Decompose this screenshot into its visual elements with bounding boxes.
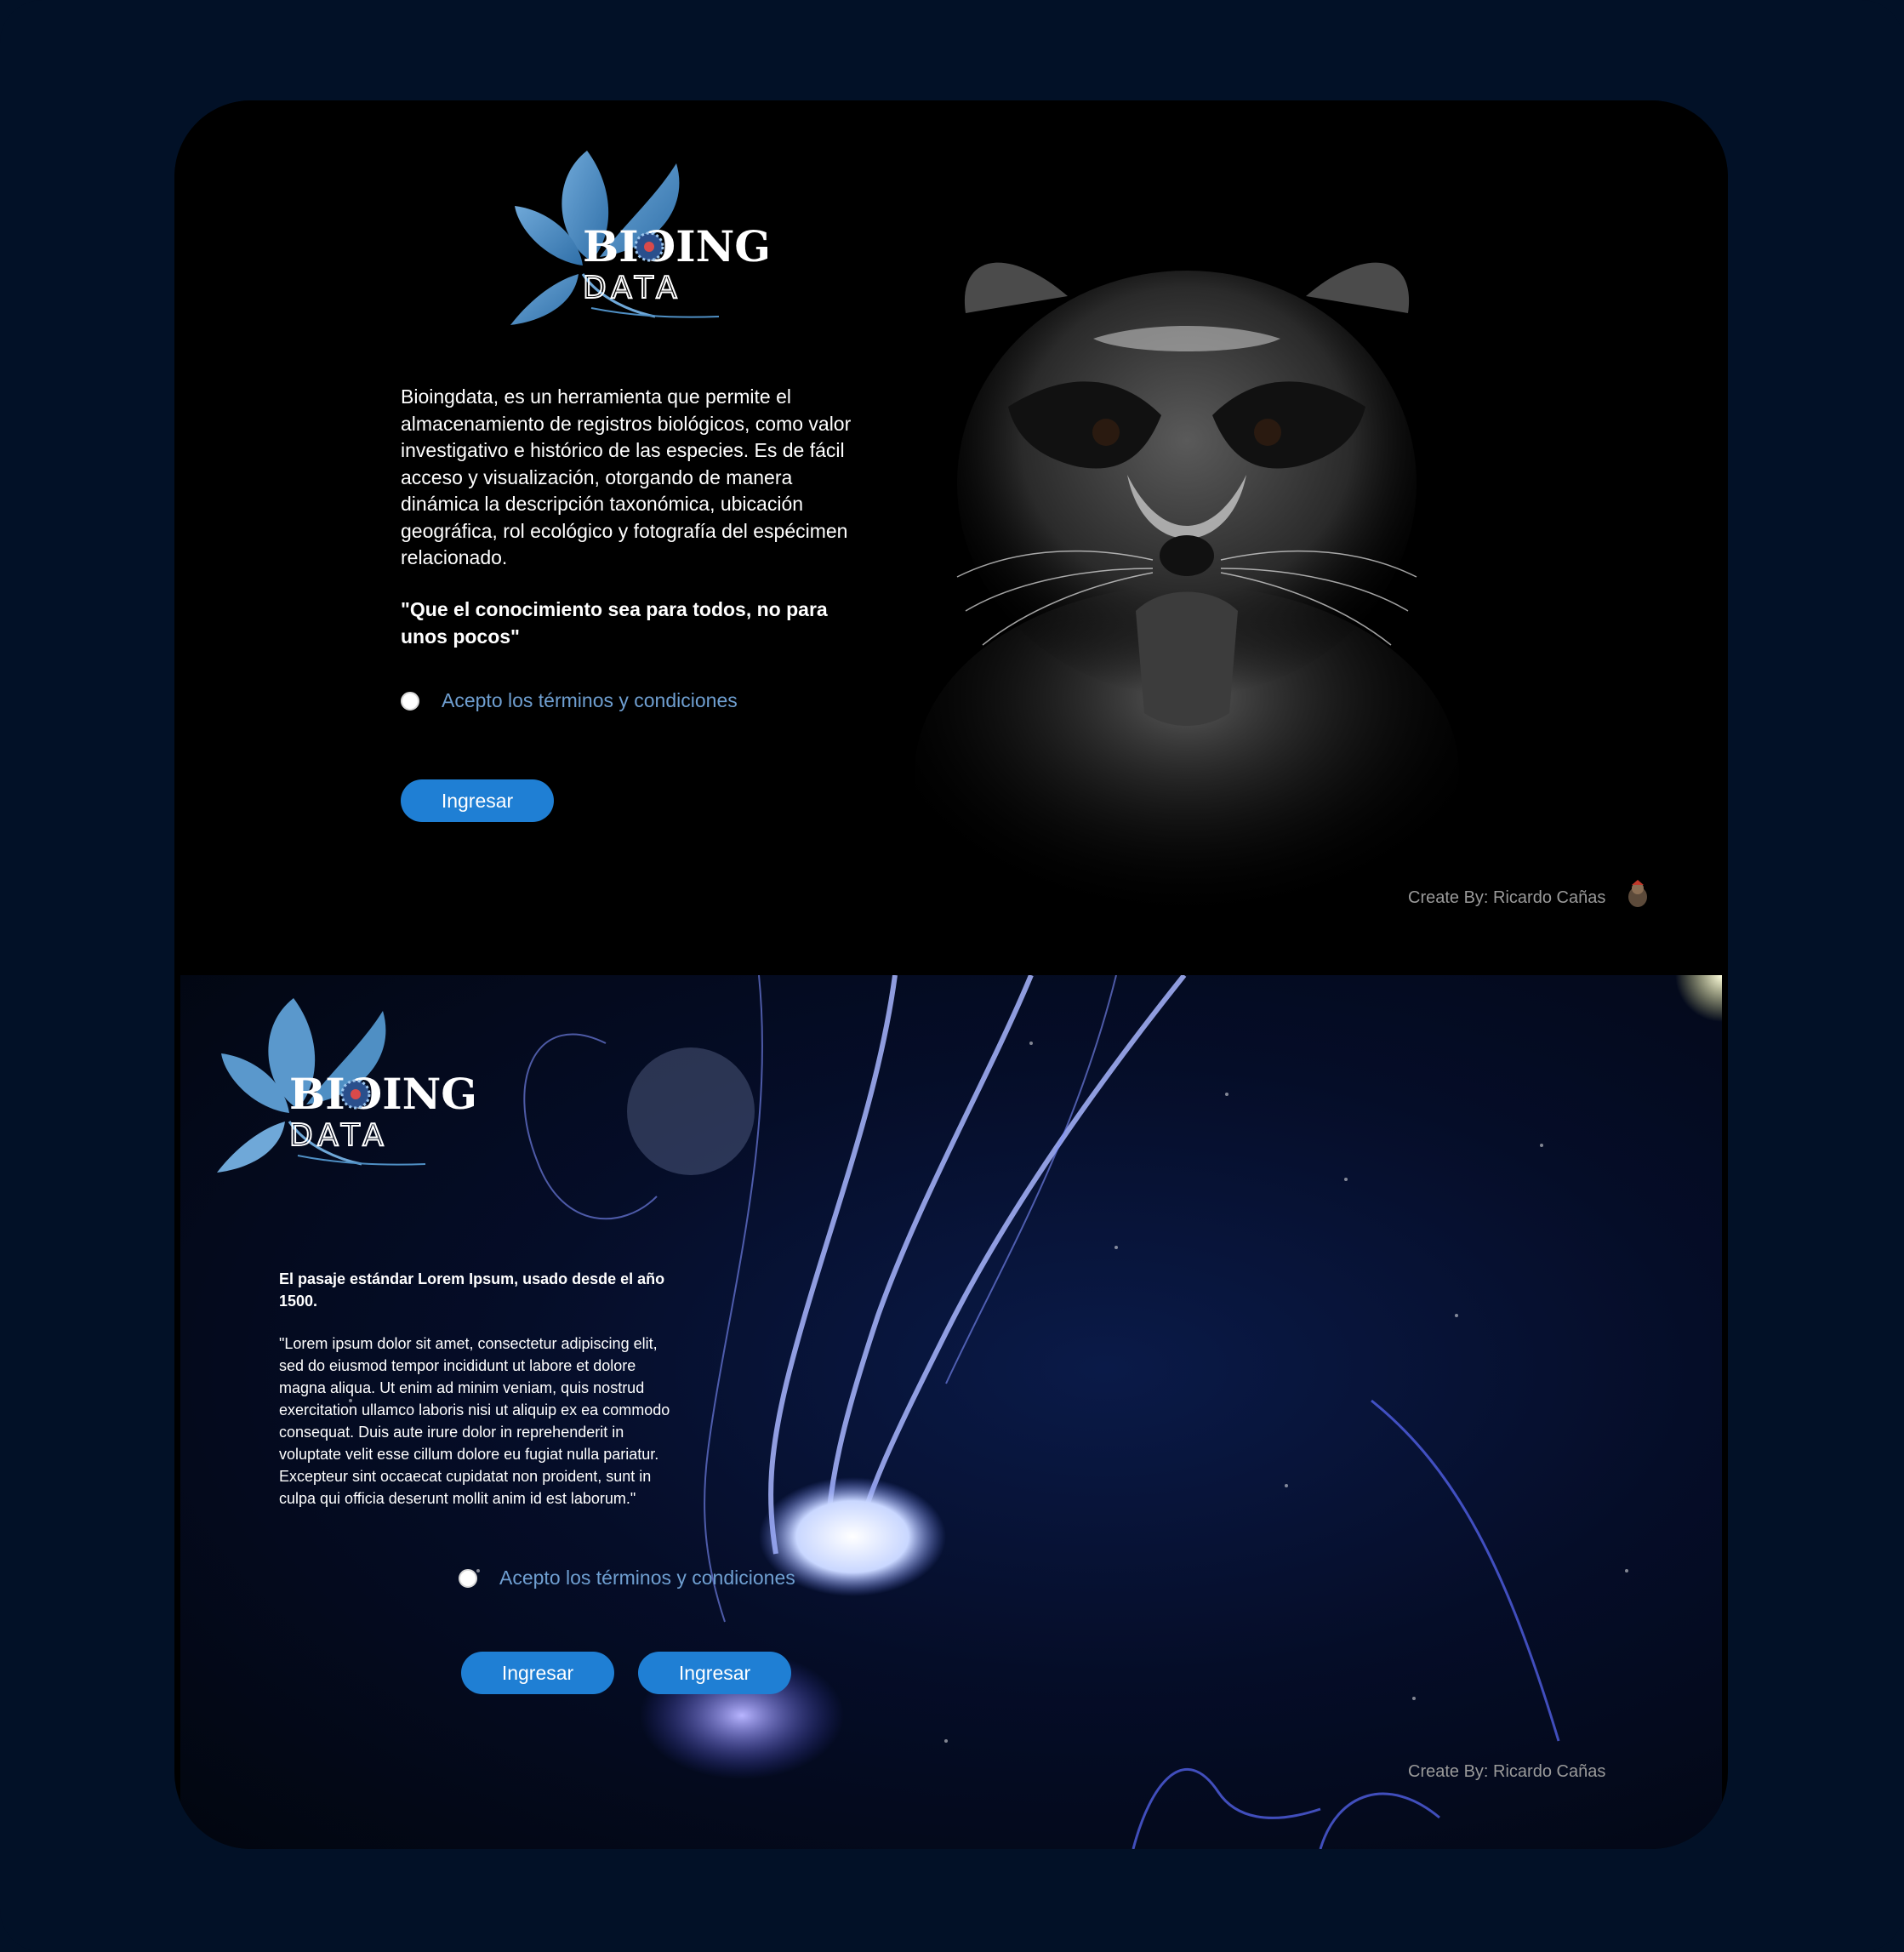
page-background: BIOING DATA Bioingdata, es un herramient… <box>0 0 1904 1952</box>
raccoon-photo <box>906 185 1468 951</box>
bioingdata-logo: BIOING DATA <box>498 146 778 325</box>
terms-label[interactable]: Acepto los términos y condiciones <box>442 689 738 712</box>
logo-text-bioing: BIOING <box>289 1069 477 1119</box>
ingresar-button-secondary[interactable]: Ingresar <box>638 1652 791 1694</box>
terms-radio[interactable] <box>459 1568 477 1588</box>
lorem-heading: El pasaje estándar Lorem Ipsum, usado de… <box>279 1270 665 1310</box>
terms-checkbox-row[interactable]: Acepto los términos y condiciones <box>401 689 738 712</box>
landing-screen-dark: BIOING DATA Bioingdata, es un herramient… <box>174 100 1728 975</box>
terms-radio[interactable] <box>401 691 419 711</box>
mockup-card: BIOING DATA Bioingdata, es un herramient… <box>174 100 1728 1849</box>
creator-credit: Create By: Ricardo Cañas <box>1408 888 1606 907</box>
avatar-icon <box>1625 878 1650 909</box>
bioingdata-logo: BIOING DATA <box>204 994 485 1173</box>
app-description: Bioingdata, es un herramienta que permit… <box>401 385 852 568</box>
logo-text-data: DATA <box>583 271 682 305</box>
logo-text-bioing: BIOING <box>583 221 771 271</box>
terms-checkbox-row[interactable]: Acepto los términos y condiciones <box>459 1567 795 1590</box>
ingresar-button[interactable]: Ingresar <box>461 1652 614 1694</box>
terms-label[interactable]: Acepto los términos y condiciones <box>499 1567 795 1590</box>
lorem-body: "Lorem ipsum dolor sit amet, consectetur… <box>279 1335 670 1507</box>
ingresar-button[interactable]: Ingresar <box>401 779 554 822</box>
logo-text-data: DATA <box>289 1118 389 1153</box>
app-quote: "Que el conocimiento sea para todos, no … <box>401 598 828 648</box>
creator-credit: Create By: Ricardo Cañas <box>1408 1762 1606 1781</box>
